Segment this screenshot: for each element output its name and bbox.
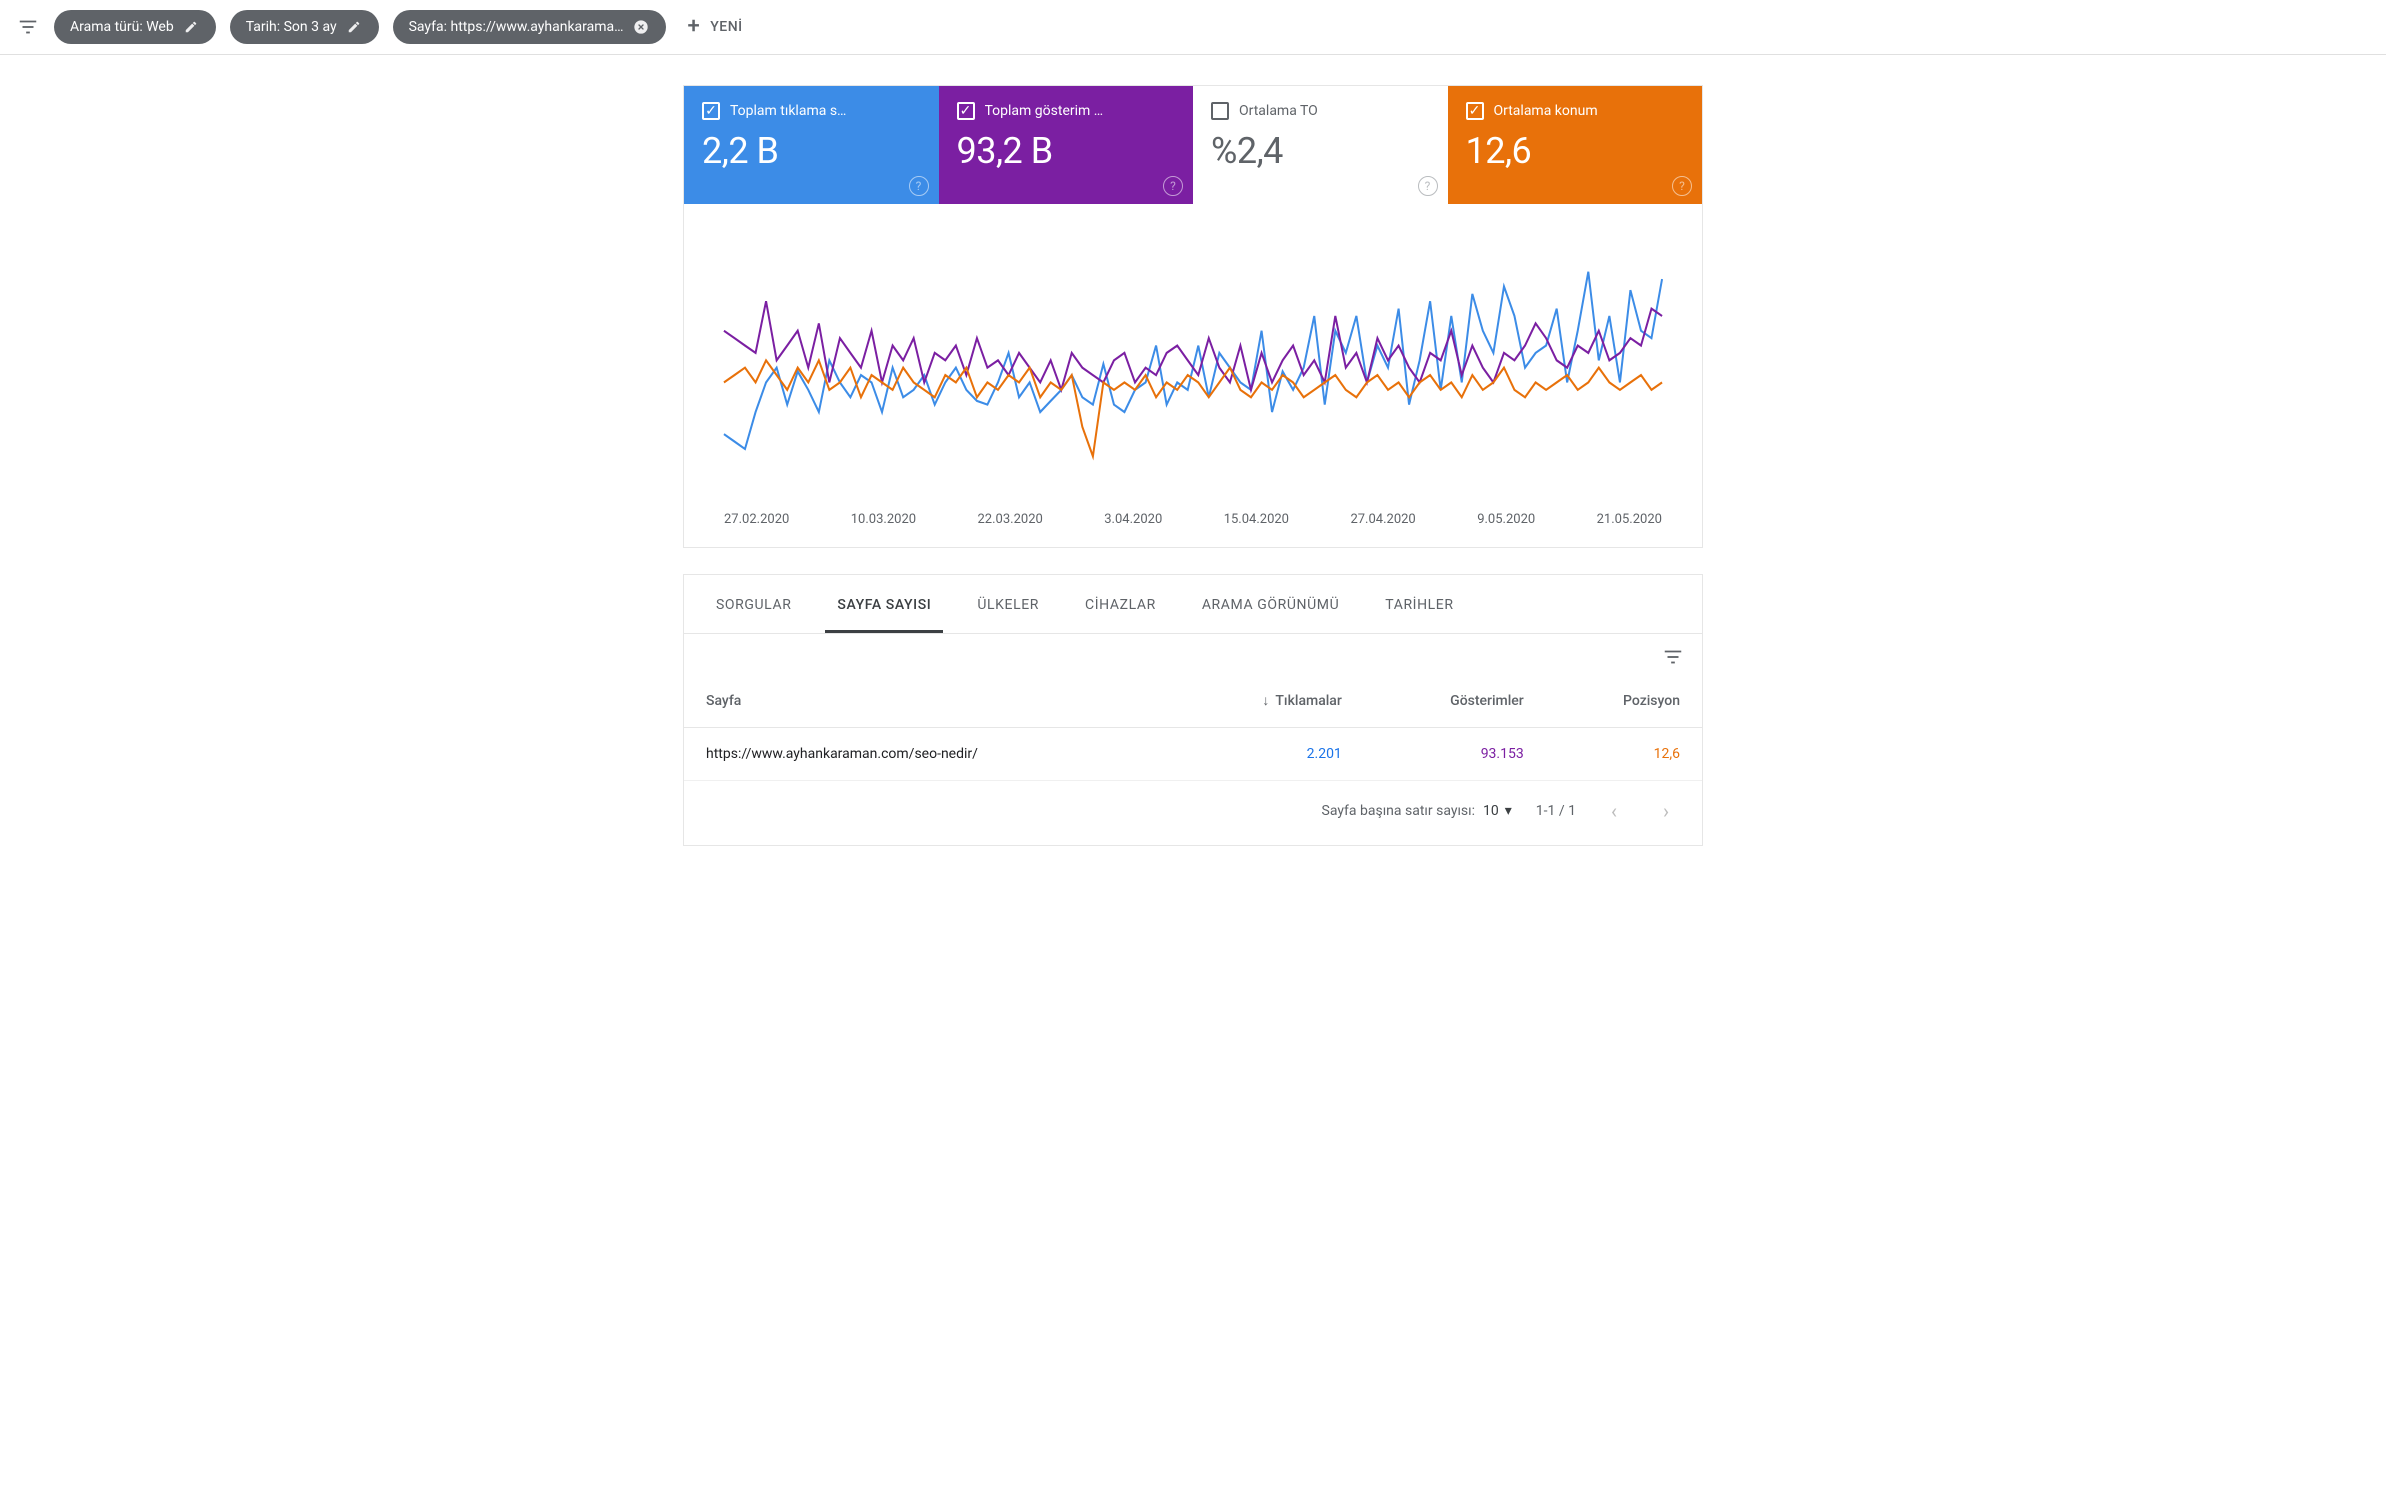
card-average-position[interactable]: Ortalama konum 12,6 ? [1448, 86, 1703, 204]
card-value: 2,2 B [702, 130, 921, 172]
data-table: Sayfa ↓Tıklamalar Gösterimler Pozisyon h… [684, 674, 1702, 781]
card-value: %2,4 [1211, 130, 1430, 172]
tab-arama-görünümü[interactable]: ARAMA GÖRÜNÜMÜ [1184, 575, 1357, 633]
checkbox-icon [1466, 102, 1484, 120]
chip-search-type[interactable]: Arama türü: Web [54, 10, 216, 44]
tab-tari̇hler[interactable]: TARİHLER [1367, 575, 1471, 633]
help-icon[interactable]: ? [909, 176, 929, 196]
edit-icon[interactable] [345, 18, 363, 36]
tab-sayfa-sayisi[interactable]: SAYFA SAYISI [819, 575, 949, 633]
card-label: Ortalama TO [1239, 103, 1318, 119]
edit-icon[interactable] [182, 18, 200, 36]
x-tick: 3.04.2020 [1104, 512, 1162, 527]
x-tick: 22.03.2020 [978, 512, 1043, 527]
metric-cards: Toplam tıklama s… 2,2 B ? Toplam gösteri… [683, 85, 1703, 204]
cell-position: 12,6 [1546, 728, 1702, 781]
col-position[interactable]: Pozisyon [1546, 674, 1702, 728]
col-clicks[interactable]: ↓Tıklamalar [1173, 674, 1364, 728]
x-tick: 21.05.2020 [1597, 512, 1662, 527]
help-icon[interactable]: ? [1418, 176, 1438, 196]
filter-icon[interactable] [16, 15, 40, 39]
x-tick: 27.04.2020 [1350, 512, 1415, 527]
page-size-select[interactable]: 10 ▾ [1483, 803, 1512, 819]
table-header-row: Sayfa ↓Tıklamalar Gösterimler Pozisyon [684, 674, 1702, 728]
x-tick: 27.02.2020 [724, 512, 789, 527]
col-page[interactable]: Sayfa [684, 674, 1173, 728]
cell-page: https://www.ayhankaraman.com/seo-nedir/ [684, 728, 1173, 781]
report-stage: Toplam tıklama s… 2,2 B ? Toplam gösteri… [0, 55, 2386, 886]
card-total-impressions[interactable]: Toplam gösterim … 93,2 B ? [939, 86, 1194, 204]
page-size-label: Sayfa başına satır sayısı: [1322, 803, 1476, 819]
performance-chart [694, 224, 1692, 504]
dimension-tabs: SORGULARSAYFA SAYISIÜLKELERCİHAZLARARAMA… [683, 574, 1703, 634]
card-average-ctr[interactable]: Ortalama TO %2,4 ? [1193, 86, 1448, 204]
checkbox-icon [702, 102, 720, 120]
series-Tıklamalar [724, 272, 1662, 449]
chart-panel: 27.02.2020 10.03.2020 22.03.2020 3.04.2020 1… [683, 204, 1703, 548]
table-filter-icon[interactable] [1662, 646, 1684, 668]
report: Toplam tıklama s… 2,2 B ? Toplam gösteri… [683, 85, 1703, 846]
card-label: Toplam gösterim … [985, 103, 1104, 119]
next-page-button[interactable]: › [1652, 797, 1680, 825]
x-tick: 15.04.2020 [1224, 512, 1289, 527]
filter-bar: Arama türü: Web Tarih: Son 3 ay Sayfa: h… [0, 0, 2386, 55]
cell-clicks: 2.201 [1173, 728, 1364, 781]
tab-ci̇hazlar[interactable]: CİHAZLAR [1067, 575, 1174, 633]
checkbox-icon [1211, 102, 1229, 120]
plus-icon: + [688, 16, 701, 38]
pagination: Sayfa başına satır sayısı: 10 ▾ 1-1 / 1 … [684, 781, 1702, 845]
series-Ortalama konum [724, 360, 1662, 456]
help-icon[interactable]: ? [1163, 176, 1183, 196]
chevron-down-icon: ▾ [1505, 803, 1512, 819]
card-label: Ortalama konum [1494, 103, 1598, 119]
checkbox-icon [957, 102, 975, 120]
new-filter-button[interactable]: + YENİ [680, 10, 751, 44]
chip-date[interactable]: Tarih: Son 3 ay [230, 10, 379, 44]
card-value: 93,2 B [957, 130, 1176, 172]
chip-label: Arama türü: Web [70, 19, 174, 35]
new-filter-label: YENİ [710, 19, 742, 35]
prev-page-button[interactable]: ‹ [1600, 797, 1628, 825]
tab-ülkeler[interactable]: ÜLKELER [959, 575, 1057, 633]
tab-sorgular[interactable]: SORGULAR [698, 575, 809, 633]
cell-impressions: 93.153 [1364, 728, 1546, 781]
chip-page[interactable]: Sayfa: https://www.ayhankarama… [393, 10, 666, 44]
card-total-clicks[interactable]: Toplam tıklama s… 2,2 B ? [684, 86, 939, 204]
sort-desc-icon: ↓ [1262, 693, 1269, 709]
page-range: 1-1 / 1 [1536, 803, 1576, 819]
chip-label: Sayfa: https://www.ayhankarama… [409, 19, 624, 35]
chip-label: Tarih: Son 3 ay [246, 19, 337, 35]
card-label: Toplam tıklama s… [730, 103, 846, 119]
x-tick: 9.05.2020 [1477, 512, 1535, 527]
close-icon[interactable] [632, 18, 650, 36]
table-panel: Sayfa ↓Tıklamalar Gösterimler Pozisyon h… [683, 634, 1703, 846]
table-row[interactable]: https://www.ayhankaraman.com/seo-nedir/ … [684, 728, 1702, 781]
x-tick: 10.03.2020 [851, 512, 916, 527]
card-value: 12,6 [1466, 130, 1685, 172]
chart-x-axis: 27.02.2020 10.03.2020 22.03.2020 3.04.2020 1… [694, 504, 1692, 527]
help-icon[interactable]: ? [1672, 176, 1692, 196]
col-impressions[interactable]: Gösterimler [1364, 674, 1546, 728]
